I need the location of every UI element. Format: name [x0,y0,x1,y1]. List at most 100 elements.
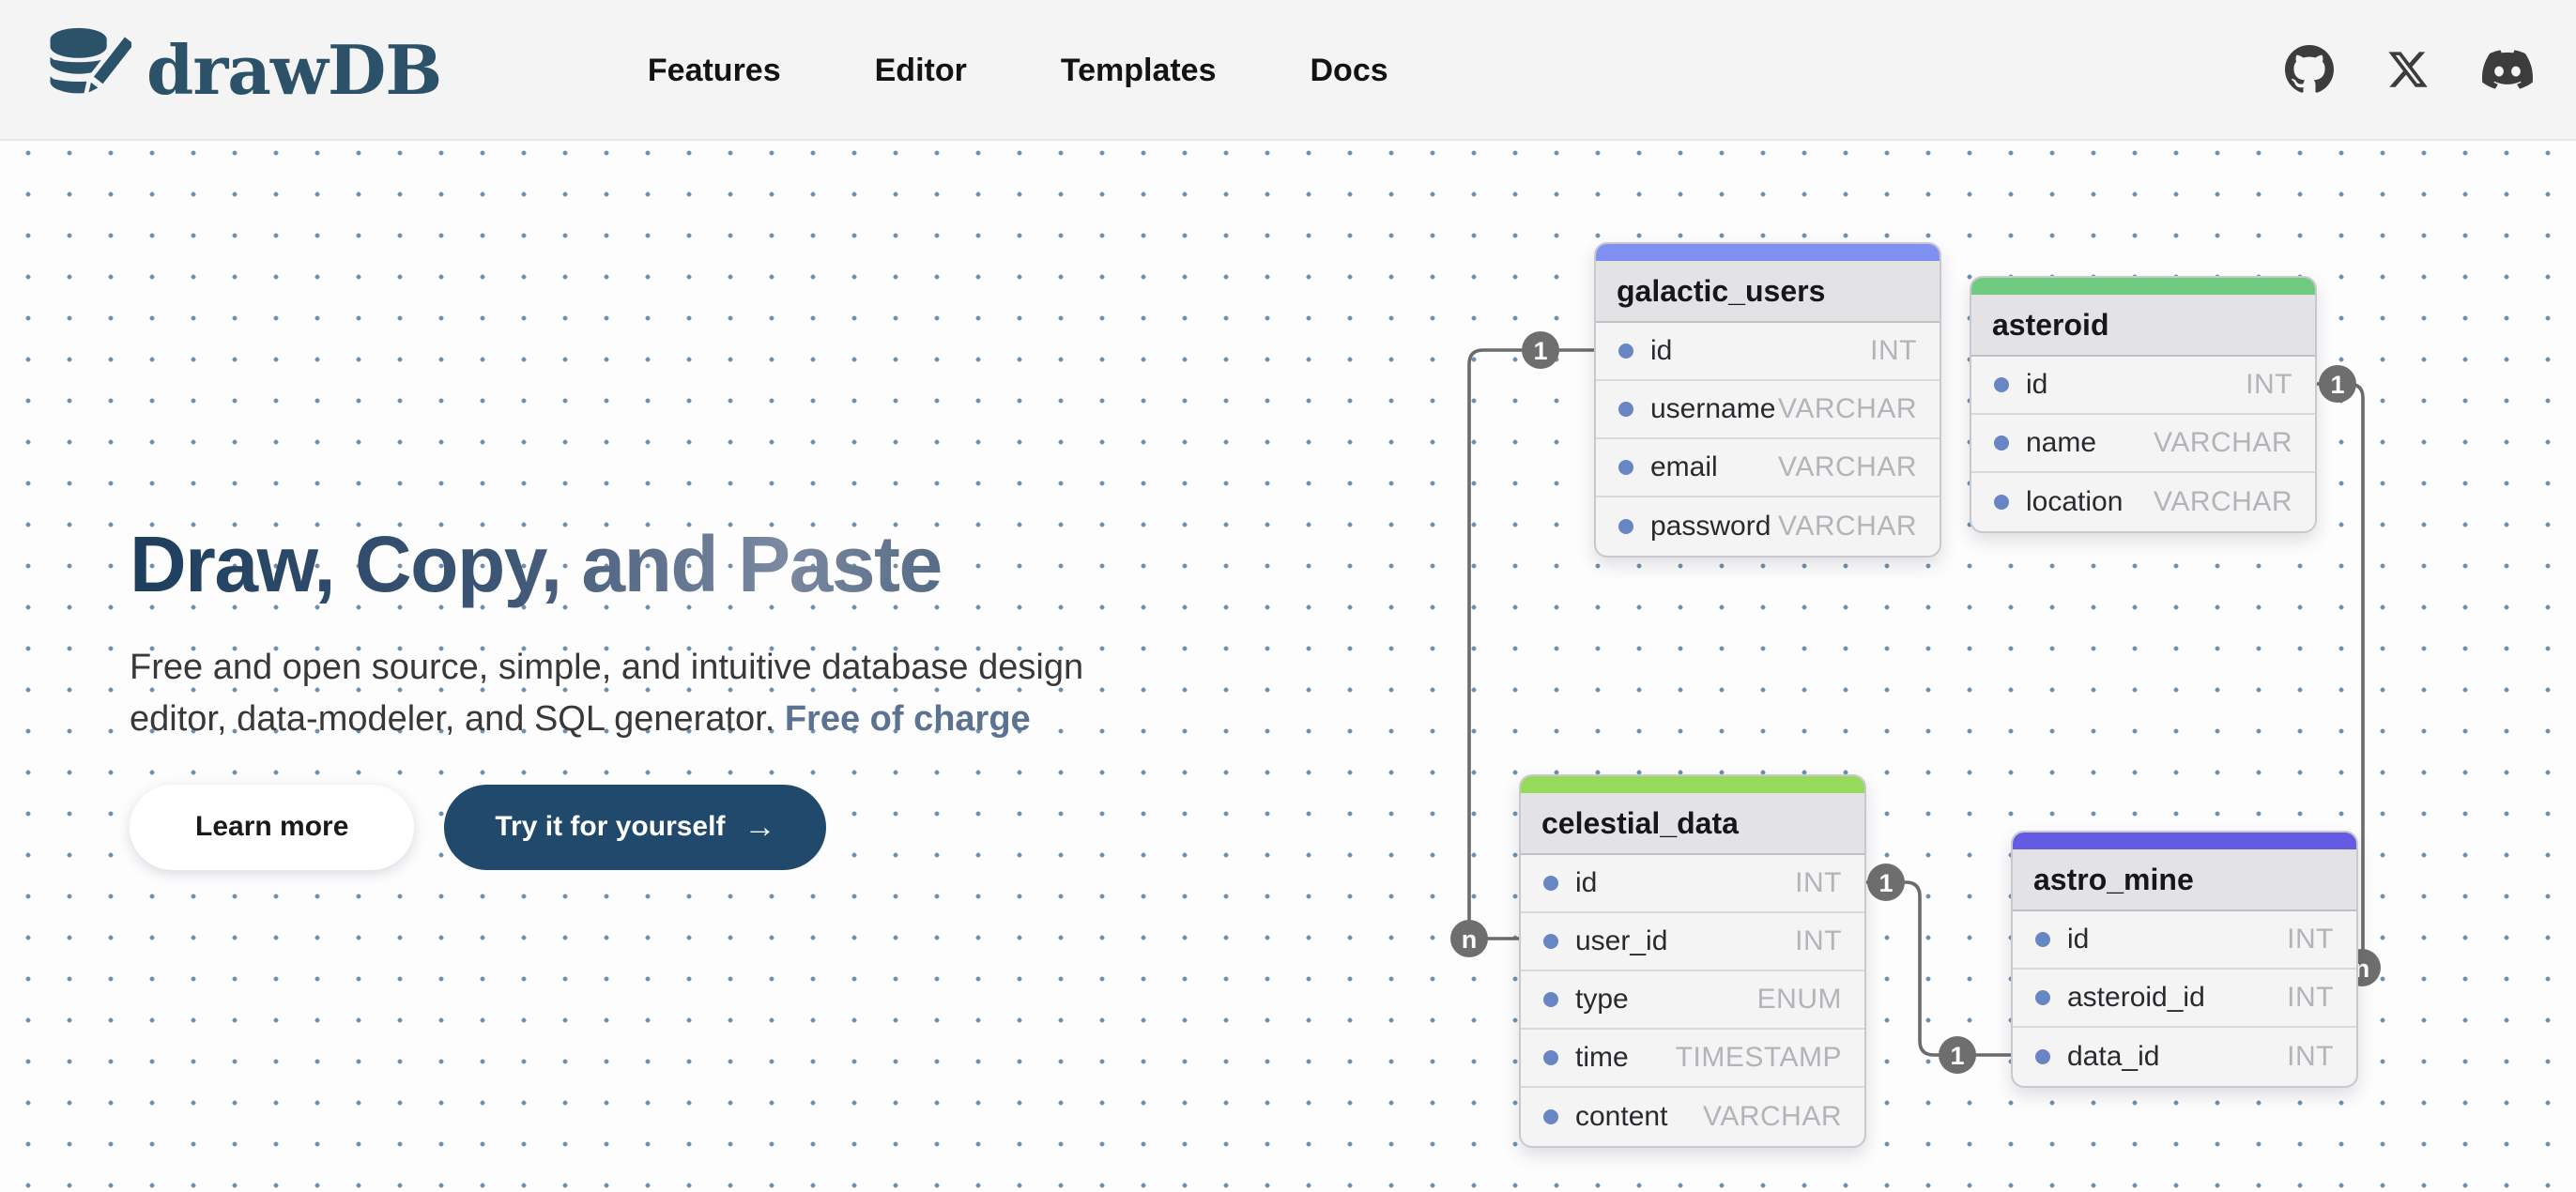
field-row: name VARCHAR [1971,415,2315,473]
field-dot-icon [1618,519,1633,534]
diagram-canvas: 1n111n galactic_usersidINTusernameVARCHA… [0,141,2576,1192]
field-type: VARCHAR [2154,486,2292,518]
field-row: id INT [1521,855,1864,913]
field-dot-icon [1618,402,1633,417]
brand-logo[interactable]: drawDB [43,25,441,114]
field-row: passwordVARCHAR [1596,497,1940,556]
field-type: VARCHAR [1778,511,1917,543]
field-type: VARCHAR [2154,427,2292,459]
table-accent-strip [1971,278,2315,295]
table-galactic_users: galactic_usersidINTusernameVARCHARemailV… [1594,242,1941,558]
field-dot-icon [1543,934,1558,949]
field-name: id [1575,867,1597,899]
top-navbar: drawDB Features Editor Templates Docs [0,0,2576,141]
field-row: email VARCHAR [1596,439,1940,497]
table-name: celestial_data [1521,793,1864,855]
field-type: INT [1870,335,1917,367]
field-name: type [1575,984,1629,1016]
field-type: INT [2287,1041,2334,1073]
field-name: asteroid_id [2067,982,2205,1014]
field-dot-icon [1543,1109,1558,1124]
arrow-right-icon: → [744,809,775,846]
field-type: INT [2246,369,2292,401]
field-dot-icon [1994,377,2009,392]
field-row: asteroid_id INT [2013,970,2356,1028]
table-astro_mine: astro_mineid INT asteroid_id INT data_id INT [2011,831,2358,1088]
table-accent-strip [2013,833,2356,849]
try-it-label: Try it for yourself [495,811,725,843]
field-type: VARCHAR [1778,451,1917,483]
field-dot-icon [1618,460,1633,475]
table-accent-strip [1521,776,1864,793]
brand-name: drawDB [146,30,441,110]
field-type: INT [1795,925,1842,957]
field-row: id INT [1971,357,2315,415]
learn-more-button[interactable]: Learn more [130,785,414,870]
nav-link-templates[interactable]: Templates [1061,53,1217,89]
nav-link-docs[interactable]: Docs [1310,53,1388,89]
table-accent-strip [1596,244,1940,261]
nav-link-features[interactable]: Features [648,53,781,89]
field-row: content VARCHAR [1521,1088,1864,1146]
field-type: VARCHAR [1703,1101,1842,1133]
cta-row: Learn more Try it for yourself → [130,785,1181,870]
field-name: email [1650,451,1718,483]
field-name: user_id [1575,925,1667,957]
hero-title: Draw, Copy, and Paste [130,519,1181,610]
cardinality-badge-label: n [1462,925,1478,954]
cardinality-badge-label: 1 [1533,337,1547,365]
table-name: astro_mine [2013,849,2356,911]
field-name: time [1575,1042,1629,1074]
field-dot-icon [1994,495,2009,510]
relationship-line [1863,882,2011,1055]
cardinality-badge-label: 1 [2330,371,2344,399]
field-row: time TIMESTAMP [1521,1030,1864,1088]
field-name: name [2026,427,2096,459]
field-row: data_id INT [2013,1028,2356,1086]
free-of-charge-highlight: Free of charge [785,699,1031,739]
field-row: type ENUM [1521,971,1864,1030]
field-type: INT [2287,982,2334,1014]
main-nav: Features Editor Templates Docs [648,0,1388,141]
field-dot-icon [1543,992,1558,1007]
field-type: ENUM [1757,984,1842,1016]
cardinality-badge-label: 1 [1950,1042,1964,1070]
field-name: username [1650,393,1775,425]
field-dot-icon [1543,1050,1558,1065]
table-celestial_data: celestial_dataid INT user_id INT type ENUM tim… [1519,774,1866,1148]
field-dot-icon [2035,1049,2050,1064]
field-type: VARCHAR [1778,393,1917,425]
field-row: usernameVARCHAR [1596,381,1940,439]
field-name: id [2026,369,2047,401]
field-row: user_id INT [1521,913,1864,971]
discord-icon[interactable] [2482,44,2533,95]
table-name: galactic_users [1596,261,1940,323]
field-dot-icon [1543,876,1558,891]
field-type: TIMESTAMP [1676,1042,1842,1074]
github-icon[interactable] [2285,45,2334,94]
nav-link-editor[interactable]: Editor [875,53,967,89]
field-row: id INT [2013,911,2356,970]
field-dot-icon [1618,344,1633,359]
field-type: INT [1795,867,1842,899]
field-row: id INT [1596,323,1940,381]
x-twitter-icon[interactable] [2386,48,2430,91]
field-name: id [1650,335,1672,367]
field-dot-icon [2035,932,2050,947]
social-links [2285,44,2533,95]
table-name: asteroid [1971,295,2315,357]
field-name: password [1650,511,1771,543]
field-row: location VARCHAR [1971,473,2315,531]
field-dot-icon [2035,990,2050,1005]
hero-section: Draw, Copy, and Paste Free and open sour… [130,519,1181,870]
try-it-button[interactable]: Try it for yourself → [444,785,826,870]
field-name: content [1575,1101,1667,1133]
hero-subtitle: Free and open source, simple, and intuit… [130,642,1125,745]
field-name: id [2067,924,2089,955]
field-name: location [2026,486,2123,518]
cardinality-badge-label: 1 [1878,869,1893,897]
field-name: data_id [2067,1041,2159,1073]
field-type: INT [2287,924,2334,955]
drawdb-logo-icon [43,25,131,114]
field-dot-icon [1994,436,2009,451]
